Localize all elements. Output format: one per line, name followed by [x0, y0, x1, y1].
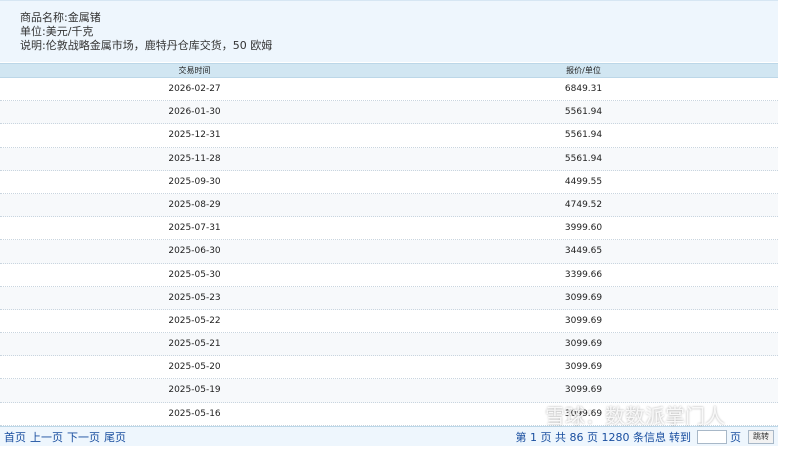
table-row: 2025-05-21 3099.69	[0, 333, 778, 357]
row-price: 3099.69	[564, 339, 603, 350]
header-price: 报价/单位	[566, 66, 601, 75]
row-date: 2025-05-20	[168, 362, 221, 373]
row-date: 2025-05-30	[168, 269, 221, 280]
page: 商品名称:金属锗 单位:美元/千克 说明:伦敦战略金属市场，鹿特丹仓库交货，50…	[0, 0, 800, 450]
product-name: 商品名称:金属锗	[20, 11, 101, 24]
table-header: 交易时间 报价/单位	[0, 63, 778, 78]
table-row: 2025-09-30 4499.55	[0, 170, 778, 194]
table-row: 2026-02-27 6849.31	[0, 78, 778, 102]
row-price: 3999.60	[564, 223, 603, 234]
table-row: 2025-05-22 3099.69	[0, 309, 778, 334]
table-row: 2025-05-19 3099.69	[0, 379, 778, 403]
table-row: 2025-05-30 3399.66	[0, 263, 778, 287]
table-row: 2025-12-31 5561.94	[0, 124, 778, 148]
table-row: 2025-11-28 5561.94	[0, 147, 778, 171]
row-price: 4499.55	[564, 176, 603, 187]
table-body: 2026-02-27 6849.31 2026-01-30 5561.94 20…	[0, 78, 778, 426]
table-row: 2025-06-30 3449.65	[0, 240, 778, 264]
page-margin	[778, 0, 800, 450]
page-status-text: 第 1 页 共 86 页 1280 条信息	[515, 430, 666, 444]
prev-page-link[interactable]: 上一页	[30, 429, 63, 445]
row-date: 2025-08-29	[168, 199, 221, 210]
row-date: 2025-05-23	[168, 292, 221, 303]
pagination-links: 首页 上一页 下一页 尾页	[4, 429, 130, 445]
row-price: 3099.69	[564, 385, 603, 396]
goto-label: 转到	[669, 430, 691, 444]
row-date: 2025-05-22	[168, 315, 221, 326]
row-price: 4749.52	[564, 199, 603, 210]
header-trade-date: 交易时间	[178, 66, 211, 75]
row-date: 2025-07-31	[168, 223, 221, 234]
row-price: 5561.94	[564, 153, 603, 164]
table-row: 2025-05-16 3099.69	[0, 402, 778, 426]
product-description: 说明:伦敦战略金属市场，鹿特丹仓库交货，50 欧姆	[20, 39, 273, 52]
row-price: 5561.94	[564, 130, 603, 141]
product-info-panel: 商品名称:金属锗 单位:美元/千克 说明:伦敦战略金属市场，鹿特丹仓库交货，50…	[0, 0, 778, 62]
table-row: 2025-07-31 3999.60	[0, 217, 778, 241]
row-price: 3099.69	[564, 408, 603, 419]
row-date: 2025-09-30	[168, 176, 221, 187]
last-page-link[interactable]: 尾页	[104, 429, 126, 445]
row-date: 2025-12-31	[168, 130, 221, 141]
row-date: 2026-01-30	[168, 107, 221, 118]
jump-button[interactable]: 跳转	[748, 429, 774, 444]
row-date: 2025-05-16	[168, 408, 221, 419]
row-date: 2025-05-21	[168, 339, 221, 350]
table-row: 2026-01-30 5561.94	[0, 101, 778, 125]
page-suffix-label: 页	[730, 430, 741, 444]
row-price: 3449.65	[564, 246, 603, 257]
row-price: 5561.94	[564, 107, 603, 118]
page-number-input[interactable]	[697, 429, 727, 444]
row-date: 2026-02-27	[168, 84, 221, 94]
table-row: 2025-05-20 3099.69	[0, 356, 778, 380]
pagination-bar: 首页 上一页 下一页 尾页 第 1 页 共 86 页 1280 条信息 转到 页…	[0, 426, 778, 446]
row-price: 3099.69	[564, 315, 603, 326]
pagination-status: 第 1 页 共 86 页 1280 条信息 转到 页 跳转	[516, 429, 774, 445]
price-table: 交易时间 报价/单位 2026-02-27 6849.31 2026-01-30…	[0, 63, 778, 426]
first-page-link[interactable]: 首页	[4, 429, 26, 445]
row-price: 3099.69	[564, 362, 603, 373]
row-date: 2025-05-19	[168, 385, 221, 396]
product-unit: 单位:美元/千克	[20, 25, 94, 38]
table-row: 2025-05-23 3099.69	[0, 286, 778, 310]
table-row: 2025-08-29 4749.52	[0, 193, 778, 218]
row-price: 6849.31	[564, 84, 603, 94]
row-date: 2025-11-28	[168, 153, 221, 164]
row-price: 3099.69	[564, 292, 603, 303]
row-date: 2025-06-30	[168, 246, 221, 257]
row-price: 3399.66	[564, 269, 603, 280]
next-page-link[interactable]: 下一页	[67, 429, 100, 445]
